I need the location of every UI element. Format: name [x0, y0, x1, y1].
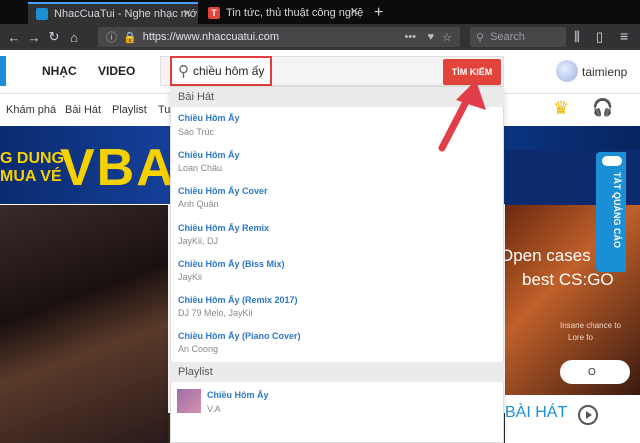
banner-left-text: G DUNG MUA VÉ [0, 150, 64, 185]
ad-small-text-2: Lore fo [568, 333, 593, 342]
url-text: https://www.nhaccuatui.com [142, 31, 280, 43]
suggestion-song-artist[interactable]: Sáo Trúc [178, 127, 214, 137]
ad-cta-button[interactable]: O [560, 360, 630, 384]
t-favicon-icon: T [208, 7, 220, 19]
suggestion-song-artist[interactable]: JayKii, DJ [178, 236, 218, 246]
suggestion-song-title[interactable]: Chiều Hôm Ấy (Remix 2017) [178, 295, 298, 305]
lock-icon: 🔒 [123, 31, 137, 44]
menu-icon[interactable]: ≡ [620, 28, 628, 44]
suggestion-playlist-artist[interactable]: V.A [207, 404, 221, 414]
suggestion-song-title[interactable]: Chiều Hôm Ấy Cover [178, 186, 268, 196]
new-tab-button[interactable]: + [374, 4, 383, 22]
suggestion-playlist-title[interactable]: Chiều Hôm Ấy [207, 390, 269, 400]
subnav-more[interactable]: Tu [158, 104, 170, 116]
browser-tab-nhaccuatui[interactable]: NhacCuaTui - Nghe nhạc mới ... ✕ [28, 2, 198, 24]
site-search-input[interactable]: ⚲ chiều hôm ấy [170, 56, 272, 86]
songs-section-title: BÀI HÁT [505, 404, 568, 421]
suggestion-song-title[interactable]: Chiều Hôm Ấy Remix [178, 223, 269, 233]
avatar[interactable] [556, 60, 578, 82]
library-icon[interactable]: ⫼ [574, 29, 580, 45]
forward-arrow-icon[interactable]: → [24, 30, 44, 45]
toggle-icon[interactable] [602, 156, 622, 166]
username-link[interactable]: taimienp [582, 65, 627, 79]
pocket-icon[interactable]: ♥ [427, 31, 434, 43]
search-placeholder: Search [490, 31, 525, 43]
browser-search-bar[interactable]: ⚲ Search [470, 27, 566, 47]
suggestion-song-title[interactable]: Chiều Hôm Ấy [178, 113, 240, 123]
close-tab-icon[interactable]: ✕ [183, 7, 192, 20]
home-icon[interactable]: ⌂ [64, 30, 84, 45]
page-actions-icon[interactable]: ••• [404, 31, 416, 43]
bookmark-star-icon[interactable]: ☆ [442, 31, 452, 44]
ad-headline-2: best CS:GO [522, 270, 614, 289]
suggestion-song-artist[interactable]: Anh Quân [178, 199, 219, 209]
reload-icon[interactable]: ↻ [44, 29, 64, 45]
suggestion-song-artist[interactable]: An Coong [178, 344, 218, 354]
url-bar[interactable]: ⓘ 🔒 https://www.nhaccuatui.com ☆ ♥ ••• [98, 27, 460, 47]
tab-title: Tin tức, thủ thuật công nghệ m... [226, 7, 365, 19]
suggestion-song-title[interactable]: Chiều Hôm Ấy [178, 150, 240, 160]
ad-headline-1: Open cases [500, 246, 591, 265]
nhaccuatui-favicon-icon [36, 8, 48, 20]
search-icon: ⚲ [476, 31, 485, 44]
browser-tab-news[interactable]: T Tin tức, thủ thuật công nghệ m... ✕ [200, 2, 365, 24]
section-header-playlist: Playlist [170, 362, 504, 382]
ad-small-text-1: Insane chance to [560, 321, 621, 330]
nav-tab-music[interactable]: NHẠC [42, 64, 77, 78]
close-tab-icon[interactable]: ✕ [350, 5, 359, 18]
subnav-songs[interactable]: Bài Hát [65, 104, 101, 116]
nav-tab-video[interactable]: VIDEO [98, 64, 135, 78]
subnav-explore[interactable]: Khám phá [6, 104, 56, 116]
sidebar-icon[interactable]: ▯ [596, 29, 603, 45]
featured-image-left[interactable] [0, 205, 168, 443]
info-icon: ⓘ [106, 32, 117, 44]
annotation-arrow-icon [438, 80, 486, 152]
search-value: chiều hôm ấy [193, 64, 265, 78]
suggestion-song-artist[interactable]: DJ 79 Melo, JayKii [178, 308, 253, 318]
disable-ads-label: TẮT QUẢNG CÁO [612, 172, 622, 248]
site-logo[interactable] [0, 56, 6, 86]
suggestion-song-artist[interactable]: Loan Châu [178, 163, 222, 173]
banner-big-text: VBA [60, 139, 176, 197]
subnav-playlist[interactable]: Playlist [112, 104, 147, 116]
tab-title: NhacCuaTui - Nghe nhạc mới ... [54, 8, 198, 20]
play-icon[interactable] [578, 405, 598, 425]
crown-icon[interactable]: ♛ [553, 98, 569, 119]
suggestion-song-title[interactable]: Chiều Hôm Ấy (Piano Cover) [178, 331, 301, 341]
suggestion-song-title[interactable]: Chiều Hôm Ấy (Biss Mix) [178, 259, 285, 269]
headphones-icon[interactable]: 🎧 [592, 98, 613, 118]
back-arrow-icon[interactable]: ← [4, 30, 24, 45]
playlist-thumbnail[interactable] [177, 389, 201, 413]
suggestion-song-artist[interactable]: JayKii [178, 272, 202, 282]
search-icon: ⚲ [178, 63, 189, 80]
